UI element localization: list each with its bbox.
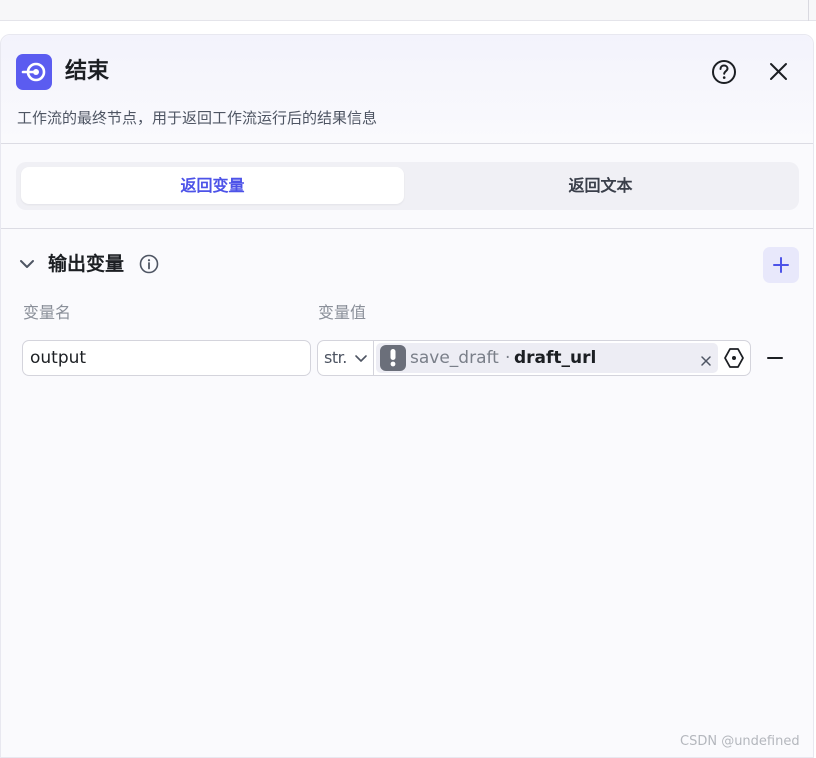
chevron-down-icon bbox=[355, 355, 367, 362]
minus-icon bbox=[767, 357, 783, 359]
variable-hexagon-icon bbox=[724, 348, 744, 368]
collapse-section-button[interactable] bbox=[17, 254, 37, 274]
tab-return-text[interactable]: 返回文本 bbox=[409, 167, 792, 204]
column-header-name: 变量名 bbox=[23, 303, 72, 322]
help-button[interactable] bbox=[710, 58, 738, 86]
reference-field-name: draft_url bbox=[514, 348, 597, 368]
add-variable-button[interactable] bbox=[763, 247, 799, 283]
close-button[interactable] bbox=[765, 58, 793, 86]
variable-name-input[interactable]: output bbox=[22, 340, 311, 376]
warning-icon bbox=[380, 345, 406, 371]
column-header-value: 变量值 bbox=[318, 303, 367, 322]
variable-type-label: str. bbox=[324, 348, 347, 367]
close-icon bbox=[770, 63, 787, 80]
clear-reference-button[interactable] bbox=[700, 352, 712, 366]
variable-value-field: str. save_draft · draft_url bbox=[317, 340, 751, 376]
section-title: 输出变量 bbox=[48, 253, 125, 275]
plus-icon bbox=[773, 257, 789, 273]
variable-picker-button[interactable] bbox=[723, 347, 745, 369]
reference-separator: · bbox=[505, 348, 511, 368]
divider bbox=[1, 143, 813, 144]
tab-return-variables[interactable]: 返回变量 bbox=[21, 167, 404, 204]
top-bar bbox=[0, 0, 816, 21]
return-mode-tabs: 返回变量 返回文本 bbox=[16, 162, 799, 210]
remove-variable-button[interactable] bbox=[765, 348, 785, 368]
info-icon[interactable] bbox=[139, 254, 159, 274]
end-node-panel: 结束 工作流的最终节点，用于返回工作流运行后的结果信息 返回变量 返回文本 输出… bbox=[0, 34, 814, 758]
reference-node-name: save_draft bbox=[410, 348, 499, 368]
divider bbox=[1, 228, 813, 229]
close-icon bbox=[701, 356, 711, 366]
watermark: CSDN @undefined bbox=[680, 734, 800, 749]
node-description: 工作流的最终节点，用于返回工作流运行后的结果信息 bbox=[17, 109, 378, 127]
end-node-icon bbox=[16, 54, 52, 90]
node-title: 结束 bbox=[65, 59, 110, 84]
top-bar-divider bbox=[808, 0, 809, 21]
variable-reference-tag[interactable]: save_draft · draft_url bbox=[376, 343, 718, 373]
variable-type-select[interactable]: str. bbox=[318, 341, 374, 375]
chevron-down-icon bbox=[20, 260, 34, 268]
question-circle-icon bbox=[712, 60, 736, 84]
